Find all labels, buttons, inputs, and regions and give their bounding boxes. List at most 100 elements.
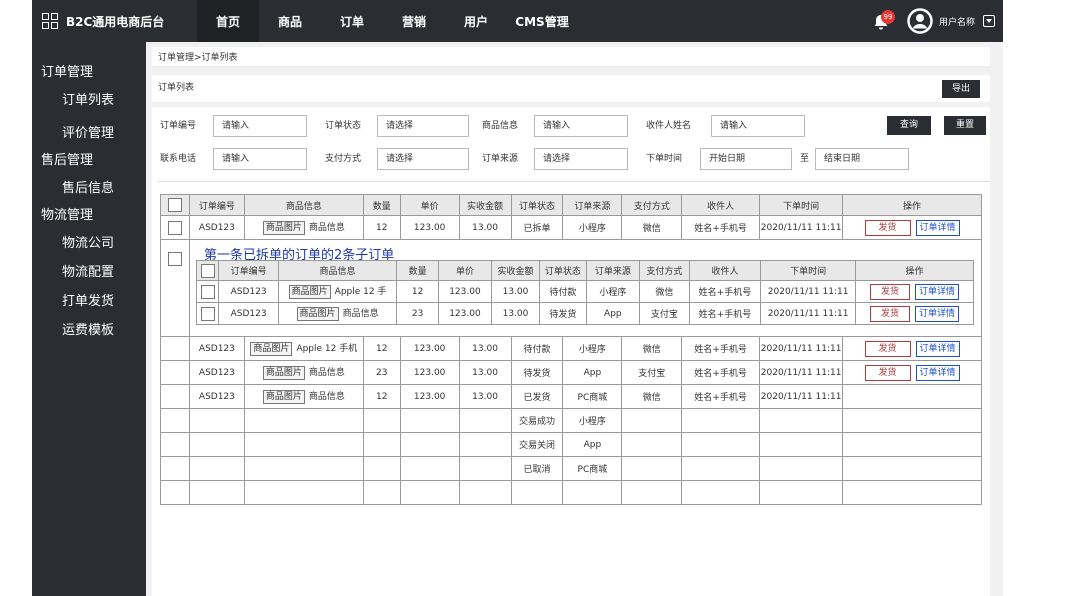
select-all-checkbox[interactable] (167, 198, 182, 212)
order-no-input[interactable]: 请输入 (213, 115, 307, 137)
cell-ops: 发货 订单详情 (842, 215, 982, 240)
goods-image-button[interactable]: 商品图片 (250, 342, 293, 356)
table-row: ASD123 商品图片 Apple 12 手机 12 123.00 13.00 待… (160, 336, 982, 361)
cell-paid: 13.00 (458, 384, 512, 409)
cell-pay: 支付宝 (639, 302, 690, 325)
cell-qty: 12 (362, 215, 401, 240)
ship-button[interactable]: 发货 (864, 340, 911, 357)
header-paid: 实收金额 (458, 194, 512, 216)
cell-receiver: 姓名+手机号 (688, 302, 762, 325)
cell-source (562, 480, 623, 505)
receiver-label: 收件人姓名 (646, 121, 692, 131)
sidebar-item-order-list[interactable]: 订单列表 (32, 86, 146, 115)
cell-paid: 13.00 (458, 215, 512, 240)
avatar-icon[interactable] (907, 8, 933, 34)
phone-label: 联系电话 (160, 154, 197, 164)
sidebar-group-orders[interactable]: 订单管理 (32, 60, 146, 86)
pay-select[interactable]: 请选择 (377, 148, 469, 170)
chevron-down-icon[interactable] (983, 15, 995, 27)
end-date-input[interactable]: 结束日期 (815, 148, 909, 170)
order-detail-button[interactable]: 订单详情 (915, 364, 960, 381)
nav-goods[interactable]: 商品 (259, 0, 321, 42)
goods-label: 商品信息 (482, 121, 519, 131)
goods-image-button[interactable]: 商品图片 (262, 390, 305, 404)
ship-button[interactable]: 发货 (864, 219, 911, 236)
sidebar-item-reviews[interactable]: 评价管理 (32, 119, 146, 148)
order-detail-button[interactable]: 订单详情 (914, 305, 959, 322)
cell-receiver: 姓名+手机号 (688, 280, 762, 303)
table-row: ASD123 商品图片 商品信息 23 123.00 13.00 待发货 App … (160, 360, 982, 385)
nav-users[interactable]: 用户 (445, 0, 507, 42)
sidebar-group-logistics[interactable]: 物流管理 (32, 203, 146, 229)
row-checkbox[interactable] (167, 220, 182, 235)
sidebar-group-aftersales[interactable]: 售后管理 (32, 148, 146, 174)
cell-status: 交易成功 (510, 408, 564, 433)
cell-order-no: ASD123 (188, 336, 245, 361)
query-button[interactable]: 查询 (887, 116, 931, 135)
sidebar-item-print-ship[interactable]: 打单发货 (32, 287, 146, 316)
header-status: 订单状态 (510, 194, 564, 216)
cell-goods: 商品图片 Apple 12 手 (278, 280, 398, 303)
goods-image-button[interactable]: 商品图片 (288, 285, 331, 299)
header-paid: 实收金额 (490, 260, 541, 281)
goods-input[interactable]: 请输入 (534, 115, 628, 137)
page-title: 订单列表 (158, 83, 195, 93)
grid-icon (42, 13, 58, 29)
order-detail-button[interactable]: 订单详情 (914, 283, 959, 300)
sidebar-item-logistics-config[interactable]: 物流配置 (32, 258, 146, 287)
cell-source: 小程序 (562, 408, 623, 433)
goods-image-button[interactable]: 商品图片 (296, 307, 339, 321)
notification-bell[interactable]: 99 (873, 10, 895, 32)
header-select (160, 194, 190, 216)
goods-text: 商品信息 (308, 368, 345, 378)
sub-select-all-checkbox[interactable] (200, 263, 215, 278)
sidebar: 订单管理 订单列表 评价管理 售后管理 售后信息 物流管理 物流公司 物流配置 … (32, 42, 146, 596)
cell-source: App (562, 432, 623, 457)
ship-button[interactable]: 发货 (869, 305, 910, 322)
export-button[interactable]: 导出 (942, 80, 980, 98)
start-date-input[interactable]: 开始日期 (700, 148, 792, 170)
cell-ops: 发货 订单详情 (842, 360, 982, 385)
nav-home[interactable]: 首页 (197, 0, 259, 42)
sidebar-item-logistics-company[interactable]: 物流公司 (32, 229, 146, 258)
receiver-input[interactable]: 请输入 (711, 115, 805, 137)
goods-image-button[interactable]: 商品图片 (262, 221, 305, 235)
nav-orders[interactable]: 订单 (321, 0, 383, 42)
nav-cms[interactable]: CMS管理 (507, 0, 577, 42)
cell-pay: 支付宝 (621, 360, 683, 385)
sidebar-item-aftersales-info[interactable]: 售后信息 (32, 174, 146, 203)
cell-pay: 微信 (621, 384, 683, 409)
sub-table-header-row: 订单编号 商品信息 数量 单价 实收金额 订单状态 订单来源 支付方式 收件人 … (195, 260, 975, 281)
cell-qty: 12 (362, 336, 401, 361)
cell-source: App (562, 360, 623, 385)
brand-logo[interactable]: B2C通用电商后台 (32, 13, 197, 30)
header-goods: 商品信息 (278, 260, 398, 281)
cell-qty: 23 (362, 360, 401, 385)
row-checkbox[interactable] (200, 284, 215, 299)
table-row: ASD123 商品图片 商品信息 12 123.00 13.00 已发货 PC商城… (160, 384, 982, 409)
phone-input[interactable]: 请输入 (213, 148, 307, 170)
reset-button[interactable]: 重置 (944, 116, 986, 135)
main-nav: 首页 商品 订单 营销 用户 CMS管理 (197, 0, 577, 42)
cell-paid: 13.00 (458, 336, 512, 361)
row-checkbox[interactable] (167, 252, 182, 266)
sidebar-item-freight-template[interactable]: 运费模板 (32, 316, 146, 345)
cell-status: 待付款 (539, 280, 587, 303)
cell-receiver: 姓名+手机号 (681, 215, 761, 240)
order-detail-button[interactable]: 订单详情 (915, 340, 960, 357)
breadcrumb: 订单管理>订单列表 (152, 47, 990, 69)
cell-receiver: 姓名+手机号 (681, 384, 761, 409)
source-select[interactable]: 请选择 (534, 148, 628, 170)
ship-button[interactable]: 发货 (864, 364, 911, 381)
ship-button[interactable]: 发货 (869, 283, 910, 300)
order-detail-button[interactable]: 订单详情 (915, 219, 960, 236)
goods-image-button[interactable]: 商品图片 (262, 366, 305, 380)
nav-marketing[interactable]: 营销 (383, 0, 445, 42)
status-select[interactable]: 请选择 (377, 115, 469, 137)
goods-text: Apple 12 手机 (296, 344, 358, 354)
goods-text: 商品信息 (308, 392, 345, 402)
page-title-bar: 订单列表 导出 (152, 75, 990, 102)
user-name[interactable]: 用户名称 (939, 15, 975, 28)
row-checkbox[interactable] (200, 306, 215, 321)
cell-ops: 发货 订单详情 (854, 280, 975, 303)
